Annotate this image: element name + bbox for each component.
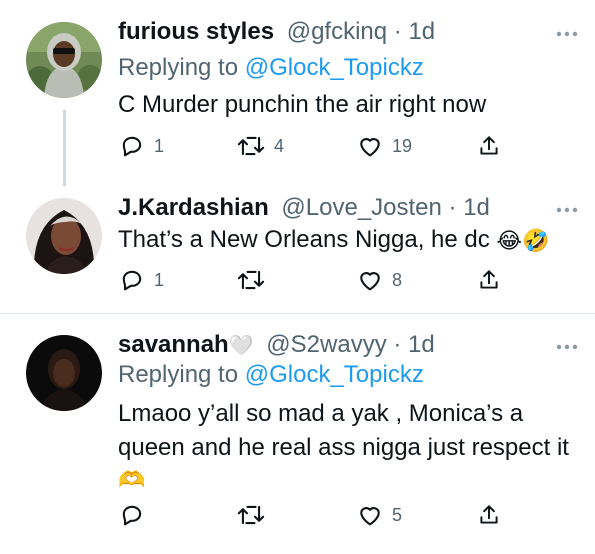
replying-to: Replying to @Glock_Topickz	[118, 53, 424, 83]
reply-button[interactable]	[118, 500, 154, 530]
timestamp[interactable]: 1d	[408, 18, 435, 45]
tweet-2[interactable]: J.Kardashian @Love_Josten · 1d That’s a …	[0, 190, 595, 312]
tweet-text: That’s a New Orleans Nigga, he dc 😂🤣	[118, 223, 550, 258]
avatar[interactable]	[26, 335, 102, 411]
reply-button[interactable]: 1	[118, 131, 164, 161]
reply-count: 1	[154, 269, 165, 290]
like-button[interactable]: 5	[356, 500, 402, 530]
replying-handle-link[interactable]: @Glock_Topickz	[245, 54, 424, 81]
reply-icon	[122, 136, 142, 157]
action-bar: 1 4 19	[118, 131, 498, 161]
reply-icon	[122, 505, 142, 526]
tweet-text: C Murder punchin the air right now	[118, 91, 487, 118]
replying-prefix: Replying to	[118, 54, 245, 81]
separator: ·	[441, 194, 464, 221]
tweet-header: furious styles @gfckinq · 1d	[118, 17, 435, 47]
retweet-icon	[237, 136, 265, 156]
tweet-header: J.Kardashian @Love_Josten · 1d	[118, 193, 490, 223]
more-icon[interactable]	[555, 206, 579, 214]
separator: ·	[387, 18, 409, 45]
display-name[interactable]: J.Kardashian	[118, 194, 269, 221]
like-icon	[360, 507, 380, 526]
tweet-text-line-2: queen and he real ass nigga just respect…	[118, 434, 569, 461]
retweet-icon	[237, 505, 265, 525]
tweet-emoji: 😂🤣	[496, 227, 550, 253]
replying-prefix: Replying to	[118, 361, 245, 388]
retweet-button[interactable]: 4	[236, 131, 284, 161]
action-bar: 1 8	[118, 265, 498, 295]
more-icon[interactable]	[555, 30, 579, 38]
avatar[interactable]	[26, 198, 102, 274]
reply-count: 1	[154, 135, 165, 156]
like-button[interactable]: 19	[356, 131, 412, 161]
more-icon[interactable]	[555, 343, 579, 351]
reply-button[interactable]: 1	[118, 265, 164, 295]
avatar[interactable]	[26, 22, 102, 98]
retweet-count: 4	[274, 135, 285, 156]
tweet-text-content: That’s a New Orleans Nigga, he dc	[118, 226, 490, 253]
replying-handle-link[interactable]: @Glock_Topickz	[245, 361, 424, 388]
separator: ·	[386, 331, 409, 358]
like-count: 19	[392, 135, 413, 156]
tweet-3[interactable]: savannah🤍 @S2wavyy · 1d Replying to @Glo…	[0, 314, 595, 554]
username[interactable]: @Love_Josten	[281, 194, 441, 221]
username[interactable]: @S2wavyy	[266, 331, 386, 358]
timestamp[interactable]: 1d	[463, 194, 490, 221]
retweet-button[interactable]	[236, 265, 274, 295]
retweet-button[interactable]	[236, 500, 274, 530]
display-name[interactable]: savannah	[118, 331, 229, 358]
tweet-text: Lmaoo y’all so mad a yak , Monica’s a qu…	[118, 397, 578, 495]
retweet-icon	[237, 270, 265, 290]
like-count: 5	[392, 504, 403, 525]
heart-emoji: 🤍	[228, 335, 254, 357]
tweet-1[interactable]: furious styles @gfckinq · 1d Replying to…	[0, 0, 595, 190]
reply-icon	[122, 270, 142, 291]
share-button[interactable]	[476, 131, 502, 161]
tweet-emoji: 🫶	[118, 467, 146, 492]
tweet-text-line-1: Lmaoo y’all so mad a yak , Monica’s a	[118, 400, 524, 427]
like-count: 8	[392, 269, 403, 290]
share-icon	[480, 136, 498, 155]
thread-line	[63, 110, 66, 186]
timestamp[interactable]: 1d	[408, 331, 435, 358]
like-icon	[360, 272, 380, 291]
username[interactable]: @gfckinq	[287, 18, 387, 45]
share-icon	[480, 505, 498, 524]
tweet-header: savannah🤍 @S2wavyy · 1d	[118, 330, 435, 361]
like-button[interactable]: 8	[356, 265, 402, 295]
share-button[interactable]	[476, 265, 502, 295]
display-name[interactable]: furious styles	[118, 18, 274, 45]
replying-to: Replying to @Glock_Topickz	[118, 360, 424, 390]
share-icon	[480, 270, 498, 289]
action-bar: 5	[118, 500, 498, 530]
like-icon	[360, 138, 380, 157]
share-button[interactable]	[476, 500, 502, 530]
